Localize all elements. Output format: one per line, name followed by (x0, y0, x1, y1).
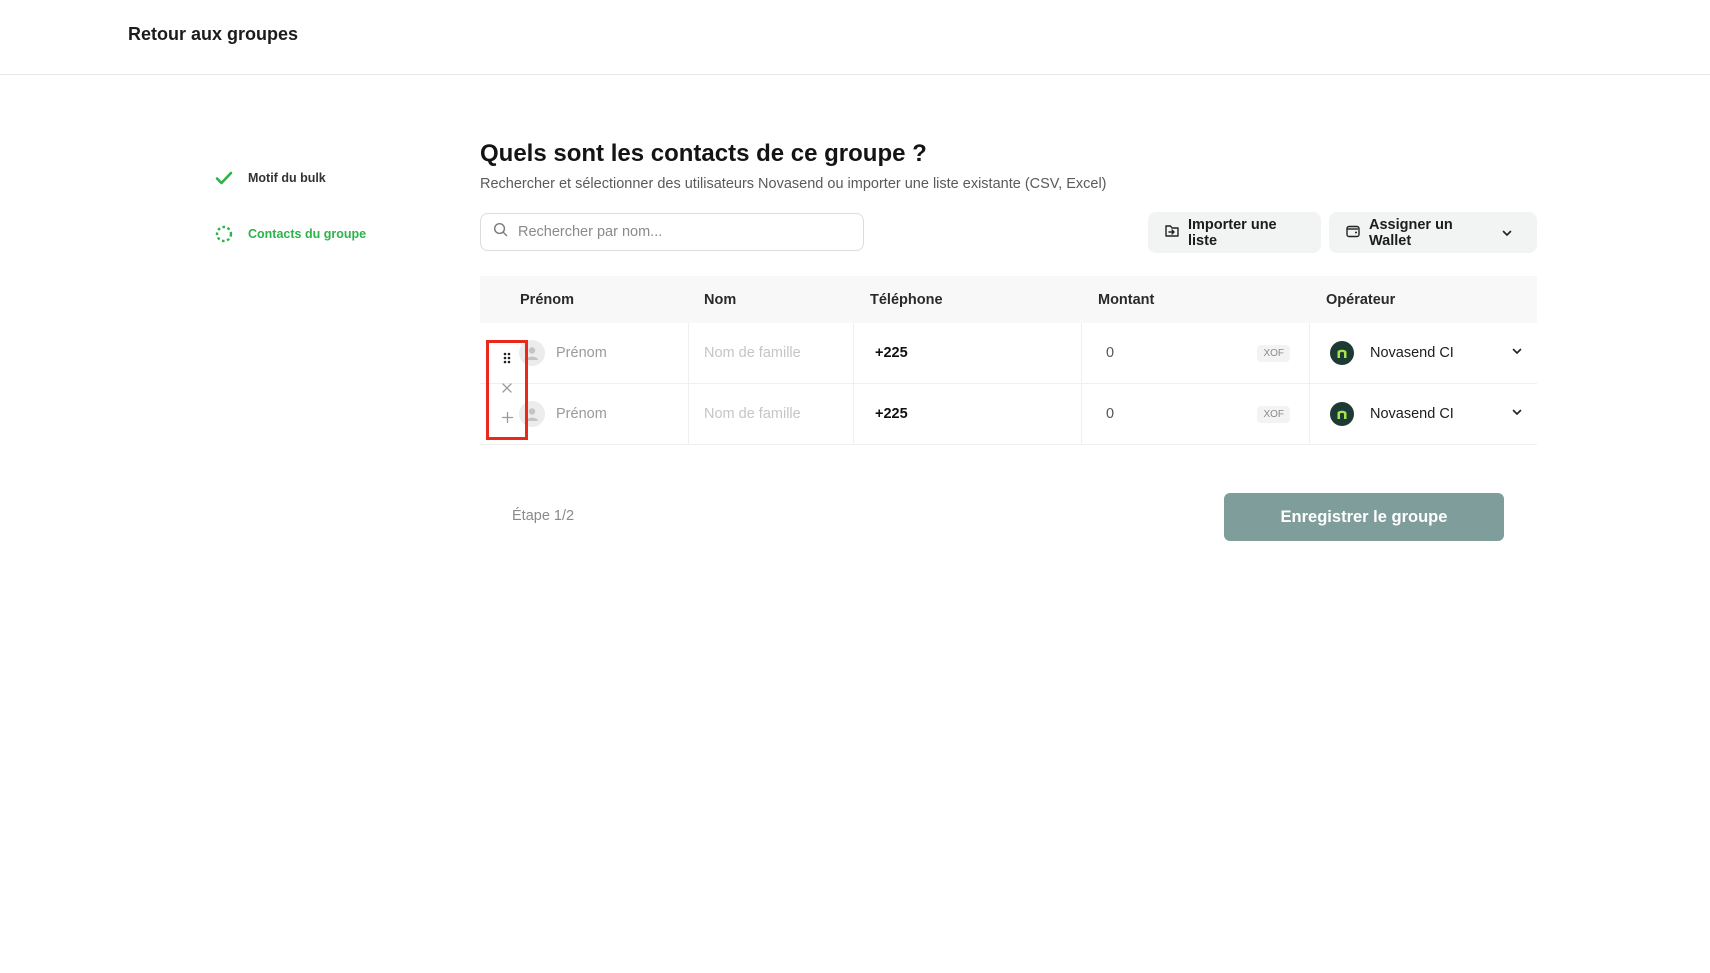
operator-select[interactable]: Novasend CI (1310, 323, 1537, 383)
close-icon[interactable] (498, 379, 516, 397)
operator-logo-icon (1330, 402, 1354, 426)
wallet-icon (1345, 223, 1369, 243)
last-name-input[interactable]: Nom de famille (704, 345, 801, 361)
operator-logo-icon (1330, 341, 1354, 365)
amount-cell[interactable]: 0 XOF (1082, 384, 1310, 444)
stepper: Motif du bulk Contacts du groupe (214, 168, 366, 280)
page-title: Quels sont les contacts de ce groupe ? (480, 140, 927, 167)
amount-input[interactable]: 0 (1106, 345, 1257, 361)
search-input[interactable] (518, 224, 838, 240)
column-header-last-name: Nom (704, 291, 737, 308)
first-name-input[interactable]: Prénom (556, 345, 607, 361)
last-name-cell[interactable]: Nom de famille (689, 384, 854, 444)
search-box[interactable] (480, 213, 864, 251)
chevron-down-icon (1511, 406, 1523, 422)
first-name-input[interactable]: Prénom (556, 406, 607, 422)
contacts-table: Prénom Nom Téléphone Montant Opérateur P… (480, 276, 1537, 445)
chevron-down-icon (1511, 345, 1523, 361)
column-header-amount: Montant (1098, 291, 1155, 308)
phone-input[interactable]: +225 (875, 345, 908, 361)
step-label: Motif du bulk (248, 171, 326, 185)
dashed-circle-icon (214, 224, 234, 244)
main-content: Quels sont les contacts de ce groupe ? R… (480, 138, 1537, 254)
operator-name: Novasend CI (1370, 406, 1454, 422)
currency-badge: XOF (1257, 344, 1290, 362)
drag-handle-icon[interactable] (498, 349, 516, 367)
table-row: Prénom Nom de famille +225 0 XOF Novasen… (480, 384, 1537, 445)
step-indicator: Étape 1/2 (512, 508, 575, 524)
save-group-button[interactable]: Enregistrer le groupe (1224, 493, 1504, 541)
column-header-phone: Téléphone (870, 291, 943, 308)
last-name-input[interactable]: Nom de famille (704, 406, 801, 422)
amount-cell[interactable]: 0 XOF (1082, 323, 1310, 383)
phone-input[interactable]: +225 (875, 406, 908, 422)
table-header: Prénom Nom Téléphone Montant Opérateur (480, 276, 1537, 323)
currency-badge: XOF (1257, 405, 1290, 423)
row-tools-highlight (486, 340, 528, 440)
step-label: Contacts du groupe (248, 227, 367, 241)
step-contacts[interactable]: Contacts du groupe (214, 224, 366, 244)
chevron-down-icon (1501, 227, 1521, 239)
last-name-cell[interactable]: Nom de famille (689, 323, 854, 383)
assign-wallet-button[interactable]: Assigner un Wallet (1329, 212, 1537, 253)
operator-name: Novasend CI (1370, 345, 1454, 361)
column-header-operator: Opérateur (1326, 291, 1396, 308)
import-file-icon (1164, 223, 1188, 243)
import-list-button[interactable]: Importer une liste (1148, 212, 1321, 253)
table-row: Prénom Nom de famille +225 0 XOF Novasen… (480, 323, 1537, 384)
top-bar: Retour aux groupes (0, 0, 1710, 75)
search-icon (493, 222, 508, 242)
column-header-first-name: Prénom (520, 291, 574, 308)
phone-cell[interactable]: +225 (854, 384, 1082, 444)
plus-icon[interactable] (498, 408, 516, 426)
amount-input[interactable]: 0 (1106, 406, 1257, 422)
phone-cell[interactable]: +225 (854, 323, 1082, 383)
operator-select[interactable]: Novasend CI (1310, 384, 1537, 444)
back-to-groups-link[interactable]: Retour aux groupes (128, 24, 298, 45)
check-icon (214, 168, 234, 188)
import-list-label: Importer une liste (1188, 216, 1277, 249)
toolbar: Importer une liste Assigner un Wallet (480, 212, 1537, 254)
step-motif[interactable]: Motif du bulk (214, 168, 366, 188)
assign-wallet-label: Assigner un Wallet (1369, 216, 1453, 249)
page-subtitle: Rechercher et sélectionner des utilisate… (480, 176, 1107, 192)
